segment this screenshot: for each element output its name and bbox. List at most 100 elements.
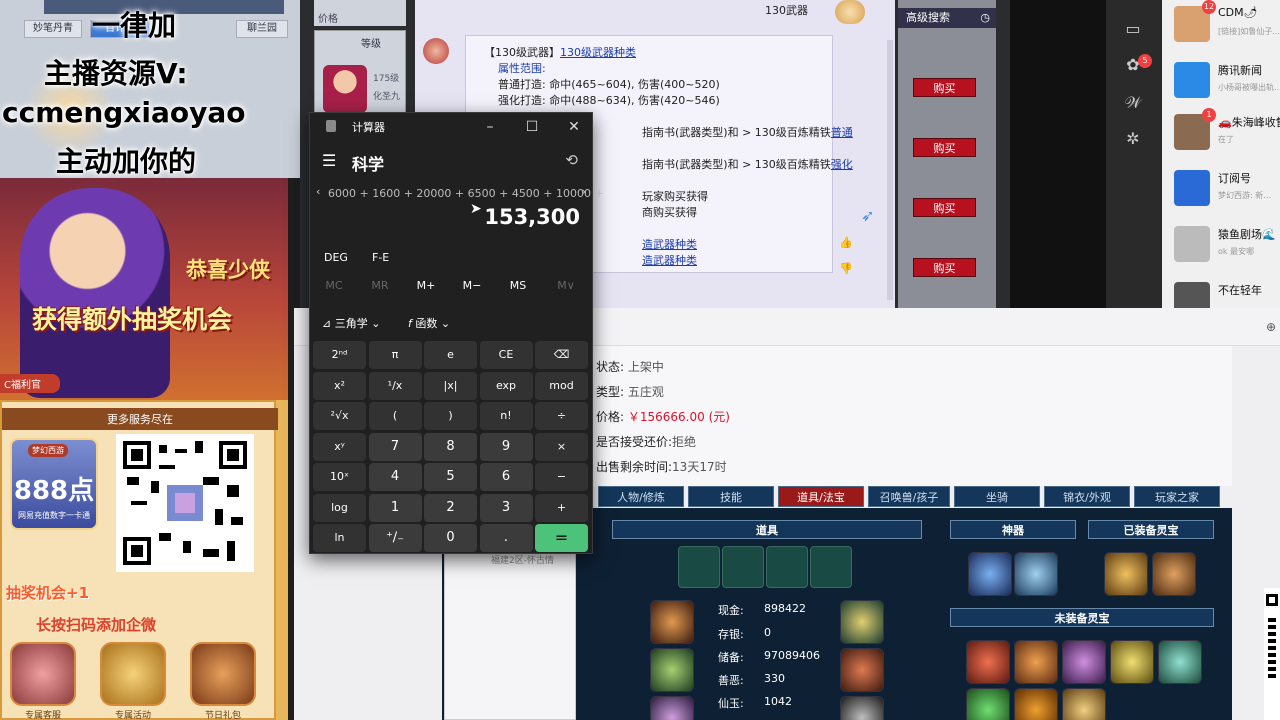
lingbao-sword-icon[interactable] <box>1104 552 1148 596</box>
tab-items[interactable]: 道具/法宝 <box>778 486 864 507</box>
thumbs-down-icon[interactable]: 👎 <box>839 262 853 275</box>
close-paren-button[interactable]: ) <box>424 402 477 430</box>
point-card[interactable]: 梦幻西游 888点 网易充值数字一卡通 <box>10 438 98 530</box>
buy-button[interactable]: 购买 <box>913 258 976 277</box>
lingbao-icon[interactable] <box>1014 640 1058 684</box>
fe-button[interactable]: F-E <box>372 251 389 264</box>
qr-code[interactable] <box>116 434 254 572</box>
chat-item[interactable]: 腾讯新闻 小杨哥被曝出轨… <box>1162 56 1280 112</box>
scroll-right-icon[interactable]: › <box>582 185 586 198</box>
plus-button[interactable]: + <box>535 493 588 522</box>
lingbao-icon[interactable] <box>1158 640 1202 684</box>
maximize-icon[interactable]: ☐ <box>514 115 550 139</box>
channels-icon[interactable]: 𝒲 <box>1120 90 1146 116</box>
e-button[interactable]: e <box>424 341 477 369</box>
support-icon[interactable] <box>10 642 76 706</box>
log-button[interactable]: log <box>313 493 366 522</box>
minus-button[interactable]: − <box>535 463 588 491</box>
digit-6-button[interactable]: 6 <box>479 463 533 491</box>
mask-item-icon[interactable] <box>840 696 884 720</box>
horn-item-icon[interactable] <box>840 600 884 644</box>
ms-button[interactable]: MS <box>498 279 538 292</box>
beast-item-icon[interactable] <box>840 648 884 692</box>
scrollbar[interactable] <box>887 40 893 300</box>
artifact-orb-icon[interactable] <box>968 552 1012 596</box>
trig-dropdown[interactable]: ⊿ 三角学 ⌄ <box>322 315 380 331</box>
digit-1-button[interactable]: 1 <box>368 493 422 522</box>
weapon-link[interactable]: 130级武器种类 <box>560 46 636 59</box>
digit-2-button[interactable]: 2 <box>424 493 477 522</box>
equals-button[interactable]: = <box>535 524 588 552</box>
m-plus-button[interactable]: M+ <box>406 279 446 292</box>
chat-item[interactable]: 1 🚗朱海峰收售 在了 <box>1162 108 1280 164</box>
buy-button[interactable]: 购买 <box>913 198 976 217</box>
lingbao-icon[interactable] <box>1014 688 1058 720</box>
digit-8-button[interactable]: 8 <box>424 432 477 461</box>
mr-button[interactable]: MR <box>360 279 400 292</box>
lingbao-icon[interactable] <box>966 640 1010 684</box>
open-paren-button[interactable]: ( <box>368 402 422 430</box>
ring-item-icon[interactable] <box>650 696 694 720</box>
link-weapon-type[interactable]: 造武器种类 <box>642 236 697 252</box>
decimal-button[interactable]: . <box>479 524 533 552</box>
buy-button[interactable]: 购买 <box>913 138 976 157</box>
globe-icon[interactable]: ⊕ <box>1266 320 1276 334</box>
lingbao-icon[interactable] <box>1062 688 1106 720</box>
tab-character[interactable]: 人物/修炼 <box>598 486 684 507</box>
staff-item-icon[interactable] <box>650 648 694 692</box>
chat-item[interactable]: 12 CDM🌶 [链接]如鲁仙子... <box>1162 0 1280 56</box>
digit-7-button[interactable]: 7 <box>368 432 422 461</box>
advanced-search-button[interactable]: 高级搜索 ◷ <box>898 8 996 28</box>
digit-9-button[interactable]: 9 <box>479 432 533 461</box>
digit-5-button[interactable]: 5 <box>424 463 477 491</box>
link-weapon-type[interactable]: 造武器种类 <box>642 252 697 268</box>
reciprocal-button[interactable]: ¹∕x <box>368 371 422 400</box>
square-button[interactable]: x² <box>313 371 366 400</box>
ten-power-button[interactable]: 10ˣ <box>313 463 366 491</box>
lingbao-icon[interactable] <box>966 688 1010 720</box>
scroll-icon[interactable] <box>100 642 166 706</box>
tab-mounts[interactable]: 坐骑 <box>954 486 1040 507</box>
deg-button[interactable]: DEG <box>324 251 348 264</box>
exp-button[interactable]: exp <box>479 371 533 400</box>
mc-button[interactable]: MC <box>314 279 354 292</box>
ce-button[interactable]: CE <box>479 341 533 369</box>
digit-3-button[interactable]: 3 <box>479 493 533 522</box>
tab-skills[interactable]: 技能 <box>688 486 774 507</box>
character-card[interactable]: 等级 175级 化圣九 <box>314 30 406 120</box>
tab-pets[interactable]: 召唤兽/孩子 <box>868 486 950 507</box>
empty-slot[interactable] <box>722 546 764 588</box>
link-normal[interactable]: 普通 <box>831 126 853 139</box>
thumbs-up-icon[interactable]: 👍 <box>839 236 853 249</box>
menu-icon[interactable]: ☰ <box>322 151 336 170</box>
lingbao-icon[interactable] <box>1062 640 1106 684</box>
chat-item[interactable]: 猿鱼剧场🌊 ok 最安哪 <box>1162 220 1280 276</box>
lingbao-bow-icon[interactable] <box>1152 552 1196 596</box>
close-icon[interactable]: ✕ <box>556 115 592 139</box>
abs-button[interactable]: |x| <box>424 371 477 400</box>
lingbao-icon[interactable] <box>1110 640 1154 684</box>
empty-slot[interactable] <box>766 546 808 588</box>
m-list-button[interactable]: M∨ <box>546 279 586 292</box>
tab-home[interactable]: 玩家之家 <box>1134 486 1220 507</box>
title-bar[interactable]: 计算器 – ☐ ✕ <box>310 113 594 141</box>
root-button[interactable]: ²√x <box>313 402 366 430</box>
multiply-button[interactable]: × <box>535 432 588 461</box>
buy-button[interactable]: 购买 <box>913 78 976 97</box>
chat-item[interactable]: 订阅号 梦幻西游: 新… <box>1162 164 1280 220</box>
negate-button[interactable]: ⁺∕₋ <box>368 524 422 552</box>
divide-button[interactable]: ÷ <box>535 402 588 430</box>
hat-item-icon[interactable] <box>650 600 694 644</box>
artifact-ring-icon[interactable] <box>1014 552 1058 596</box>
scroll-left-icon[interactable]: ‹ <box>316 185 320 198</box>
digit-4-button[interactable]: 4 <box>368 463 422 491</box>
second-button[interactable]: 2ⁿᵈ <box>313 341 366 369</box>
history-icon[interactable]: ⟲ <box>565 151 578 169</box>
empty-slot[interactable] <box>678 546 720 588</box>
backspace-button[interactable]: ⌫ <box>535 341 588 369</box>
minimize-icon[interactable]: – <box>472 115 508 139</box>
m-minus-button[interactable]: M− <box>452 279 492 292</box>
mini-program-icon[interactable]: ✲ <box>1120 126 1146 152</box>
mod-button[interactable]: mod <box>535 371 588 400</box>
overlay-tab[interactable]: 妙笔丹青 <box>24 20 82 38</box>
